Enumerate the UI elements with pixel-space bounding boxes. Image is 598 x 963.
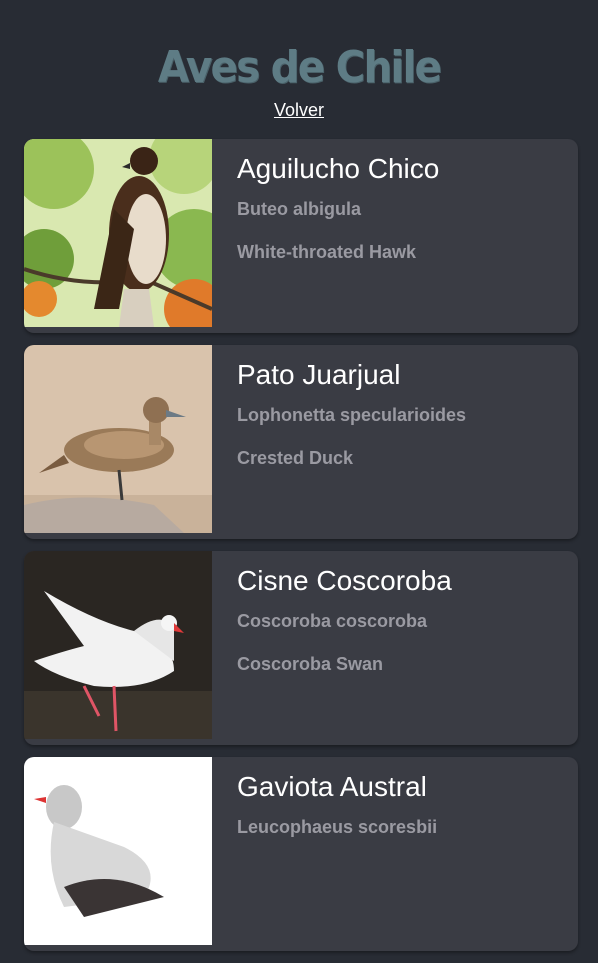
bird-scientific-name: Coscoroba coscoroba — [237, 611, 428, 631]
bird-photo-hawk — [24, 139, 212, 327]
bird-photo-swan — [24, 551, 212, 739]
bird-english-name: Coscoroba Swan — [237, 654, 384, 674]
bird-english-name: White-throated Hawk — [237, 242, 417, 262]
page-title: Aves de Chile — [157, 42, 442, 93]
bird-photo-duck — [24, 345, 212, 533]
bird-photo-gull — [24, 757, 212, 945]
bird-card[interactable]: Gaviota Austral Leucophaeus scoresbii — [24, 757, 578, 951]
bird-english-name: Crested Duck — [237, 448, 354, 468]
bird-common-name: Aguilucho Chico — [237, 153, 440, 184]
bird-scientific-name: Lophonetta specularioides — [237, 405, 467, 425]
bird-scientific-name: Leucophaeus scoresbii — [237, 817, 438, 837]
bird-card[interactable]: Aguilucho Chico Buteo albigula White-thr… — [24, 139, 578, 333]
bird-card[interactable]: Pato Juarjual Lophonetta specularioides … — [24, 345, 578, 539]
bird-list: Aguilucho Chico Buteo albigula White-thr… — [24, 139, 578, 963]
back-link[interactable]: Volver — [274, 100, 324, 121]
bird-scientific-name: Buteo albigula — [237, 199, 362, 219]
bird-common-name: Cisne Coscoroba — [237, 565, 452, 596]
bird-common-name: Gaviota Austral — [237, 771, 427, 802]
page-header: Aves de Chile Volver — [0, 0, 598, 121]
bird-card[interactable]: Cisne Coscoroba Coscoroba coscoroba Cosc… — [24, 551, 578, 745]
bird-common-name: Pato Juarjual — [237, 359, 401, 390]
